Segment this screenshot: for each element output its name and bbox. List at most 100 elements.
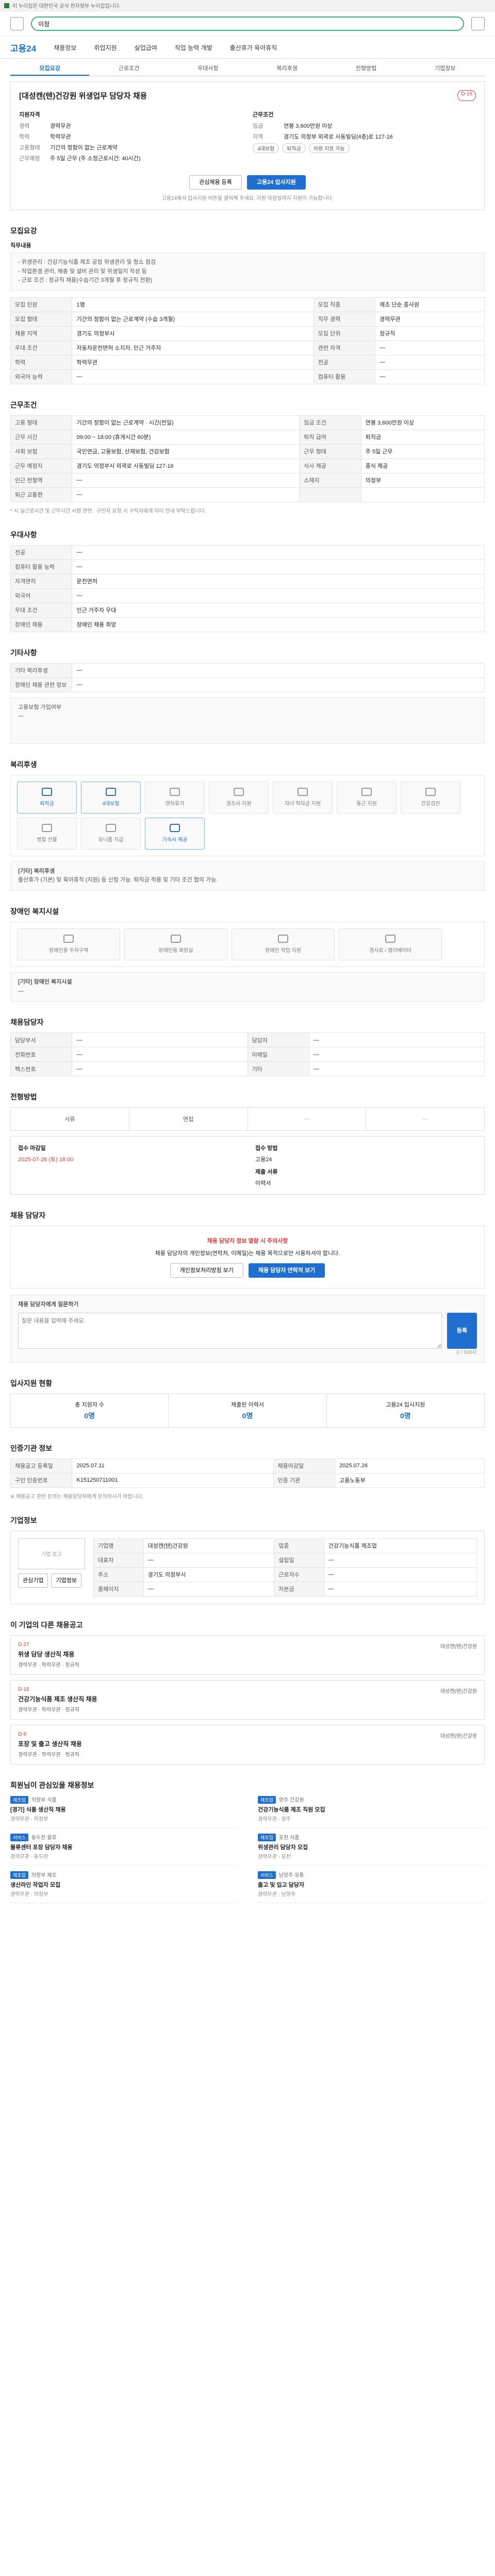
- cell-value: 경기도 의정부시: [143, 1567, 275, 1582]
- duty-heading: 직무내용: [10, 243, 31, 249]
- cell-value: 건강기능식품 제조업: [323, 1538, 477, 1553]
- welfare-item: 명절 선물: [17, 817, 77, 850]
- search-input[interactable]: [31, 16, 464, 31]
- process-step: 면접: [129, 1108, 248, 1131]
- welfare-item: 기숙사 제공: [145, 817, 205, 850]
- site-logo[interactable]: 고용24: [10, 41, 36, 54]
- recommend-item[interactable]: 서비스 남양주 유통 출고 및 입고 담당자 경력무관 · 남양주: [258, 1871, 485, 1903]
- contact-warning: 채용 담당자 정보 열람 시 주의사항 채용 담당자의 개인정보(연락처, 이메…: [10, 1226, 485, 1289]
- inquiry-input[interactable]: [18, 1312, 442, 1349]
- nav-item[interactable]: 채용정보: [54, 43, 76, 52]
- prefer-title: 우대사항: [10, 530, 37, 539]
- stats-section: 입사지원 현황 총 지원자 수 0명 제출된 이력서 0명 고용24 입사지원 0명: [10, 1378, 485, 1428]
- company-info-button[interactable]: 기업정보: [51, 1573, 81, 1588]
- tab-company[interactable]: 기업정보: [406, 61, 485, 76]
- recommend-name[interactable]: 물류센터 포장 담당자 채용: [10, 1843, 237, 1851]
- cell-key: 식사 제공: [299, 458, 361, 473]
- other-job-name[interactable]: 위생 담당 생산직 채용: [18, 1650, 79, 1658]
- recommend-item[interactable]: 제조업 의정부 식품 [경기] 식품 생산직 채용 경력무관 · 의정부: [10, 1795, 237, 1828]
- others-table: 기타 복리후생 — 장애인 채용 관련 정보 —: [10, 663, 485, 692]
- table-row: 학력 학력무관 전공 —: [10, 354, 485, 370]
- tab-process[interactable]: 전형방법: [326, 61, 405, 76]
- nav-item[interactable]: 직업 능력 개발: [175, 43, 212, 52]
- recommend-name[interactable]: 위생관리 담당자 모집: [258, 1843, 485, 1851]
- recommend-item[interactable]: 제조업 의정부 제조 생산라인 작업자 모집 경력무관 · 의정부: [10, 1871, 237, 1903]
- privacy-button[interactable]: 개인정보처리방침 보기: [170, 1263, 243, 1278]
- fav-company-button[interactable]: 관심기업: [18, 1573, 48, 1588]
- cell-value: —: [323, 1567, 477, 1582]
- cell-key: 채용마감일: [273, 1458, 336, 1473]
- nav-item[interactable]: 실업급여: [135, 43, 157, 52]
- recommend-name[interactable]: 건강기능식품 제조 직원 모집: [258, 1805, 485, 1814]
- warning-text: 채용 담당자의 개인정보(연락처, 이메일)는 채용 목적으로만 사용하셔야 합…: [155, 1250, 340, 1257]
- welfare-icon: [170, 788, 180, 796]
- recommend-name[interactable]: 생산라인 작업자 모집: [10, 1880, 237, 1889]
- cell-key: 컴퓨터 활용: [313, 369, 376, 384]
- inquiry-submit-button[interactable]: 등록: [447, 1312, 477, 1349]
- cell-key: 채용공고 등록일: [10, 1458, 73, 1473]
- table-row: 사회 보험 국민연금, 고용보험, 산재보험, 건강보험 근무 형태 주 5일 근무: [10, 444, 485, 459]
- table-row: 근무 시간 09:00 ~ 18:00 (휴게시간 60분) 퇴직 급여 퇴직금: [10, 429, 485, 445]
- stats-title: 입사지원 현황: [10, 1379, 53, 1387]
- other-job-name[interactable]: 포장 및 출고 생산직 채용: [18, 1739, 82, 1748]
- welfare-label: 유니폼 지급: [98, 837, 124, 843]
- facility-icon: [63, 935, 74, 943]
- info-table: 채용공고 등록일 2025.07.11 채용마감일 2025.07.26 구인 인증번…: [10, 1458, 485, 1488]
- company-card: 기업 로고 관심기업 기업정보 기업명 대성캔(텐)건강원 업종 건강기능식품 제조업…: [10, 1530, 485, 1604]
- recommend-item[interactable]: 제조업 양주 건강원 건강기능식품 제조 직원 모집 경력무관 · 양주: [258, 1795, 485, 1828]
- recommend-item[interactable]: 제조업 포천 식품 위생관리 담당자 모집 경력무관 · 포천: [258, 1833, 485, 1866]
- recommend-company: 의정부 제조: [31, 1872, 57, 1878]
- recommend-name[interactable]: 출고 및 입고 담당자: [258, 1880, 485, 1889]
- recommend-item[interactable]: 서비스 동두천 물류 물류센터 포장 담당자 채용 경력무관 · 동두천: [10, 1833, 237, 1866]
- cell-key: 퇴근 교통편: [10, 487, 73, 502]
- cell-value: 2025.07.11: [72, 1458, 274, 1473]
- scrap-button[interactable]: 관심채용 등록: [189, 175, 242, 190]
- welfare-etc: [기타] 복리후생 출산휴가 (기본) 및 육아휴직 (지원) 등 신청 가능.…: [10, 861, 485, 891]
- other-job-item[interactable]: D-15 건강기능식품 제조 생산직 채용 경력무관 · 학력무관 · 정규직 대성캔…: [10, 1680, 485, 1720]
- company-logo: 기업 로고: [18, 1538, 85, 1569]
- tab-conditions[interactable]: 근로조건: [89, 61, 168, 76]
- qualification-heading: 지원자격: [19, 112, 40, 118]
- tab-welfare[interactable]: 복리후생: [248, 61, 326, 76]
- other-job-name[interactable]: 건강기능식품 제조 생산직 채용: [18, 1694, 97, 1703]
- cell-key: 업종: [274, 1538, 324, 1553]
- kv-key: 경력: [19, 123, 30, 129]
- facility-item: 장애인용 주차구역: [17, 928, 120, 960]
- cell-key: 기업명: [93, 1538, 144, 1553]
- welfare-etc-heading: [기타] 복리후생: [18, 868, 55, 874]
- other-job-item[interactable]: D-27 위생 담당 생산직 채용 경력무관 · 학력무관 · 정규직 대성캔(텐)건…: [10, 1635, 485, 1675]
- welfare-item: 연차휴가: [145, 781, 205, 814]
- user-icon[interactable]: [471, 17, 485, 30]
- nav-item[interactable]: 출산휴가 육아휴직: [230, 43, 277, 52]
- kv-value: 경력무관: [50, 123, 71, 129]
- qualification-col: 지원자격 경력 경력무관 학력 학력무관 고용형태 기간의 정함이 없는 근로계약 근…: [19, 110, 242, 165]
- menu-icon[interactable]: [10, 17, 24, 30]
- apply-button[interactable]: 고용24 입사지원: [246, 175, 306, 190]
- cell-key: 구인 인증번호: [10, 1472, 73, 1488]
- recommend-name[interactable]: [경기] 식품 생산직 채용: [10, 1805, 237, 1814]
- cell-value: —: [375, 340, 485, 355]
- cell-key: 기타 복리후생: [10, 663, 73, 678]
- cell-value: —: [308, 1032, 485, 1048]
- cell-value: 의정부: [360, 472, 485, 488]
- recommend-meta: 경력무관 · 포천: [258, 1854, 291, 1860]
- cell-key: 인증 기관: [273, 1472, 336, 1488]
- prefer-table: 전공 — 컴퓨터 활용 능력 — 자격면허 운전면허 외국어 — 우대 조건 인근 거주자…: [10, 545, 485, 632]
- disabled-title: 장애인 복지시설: [10, 907, 59, 916]
- other-job-date: D-27: [18, 1641, 29, 1648]
- welfare-label: 명절 선물: [37, 837, 57, 843]
- other-job-item[interactable]: D-9 포장 및 출고 생산직 채용 경력무관 · 학력무관 · 정규직 대성캔(텐)…: [10, 1724, 485, 1765]
- tab-prefer[interactable]: 우대사항: [169, 61, 248, 76]
- nav-item[interactable]: 취업지원: [94, 43, 117, 52]
- recommend-category: 제조업: [10, 1871, 28, 1879]
- cell-value: 1명: [72, 297, 314, 312]
- table-row: 채용공고 등록일 2025.07.11 채용마감일 2025.07.26: [10, 1458, 485, 1473]
- welfare-title: 복리후생: [10, 760, 37, 769]
- recruit-title: 모집요강: [10, 227, 37, 235]
- others-title: 기타사항: [10, 648, 37, 657]
- show-contact-button[interactable]: 채용 담당자 연락처 보기: [248, 1263, 325, 1278]
- disabled-etc: [기타] 장애인 복지시설 —: [10, 972, 485, 1002]
- cell-value: —: [72, 1032, 248, 1048]
- tab-recruit[interactable]: 모집요강: [10, 61, 90, 76]
- table-row: 고용 형태 기간의 정함이 없는 근로계약 · 시간(전일) 임금 조건 연봉 3,6…: [10, 415, 485, 430]
